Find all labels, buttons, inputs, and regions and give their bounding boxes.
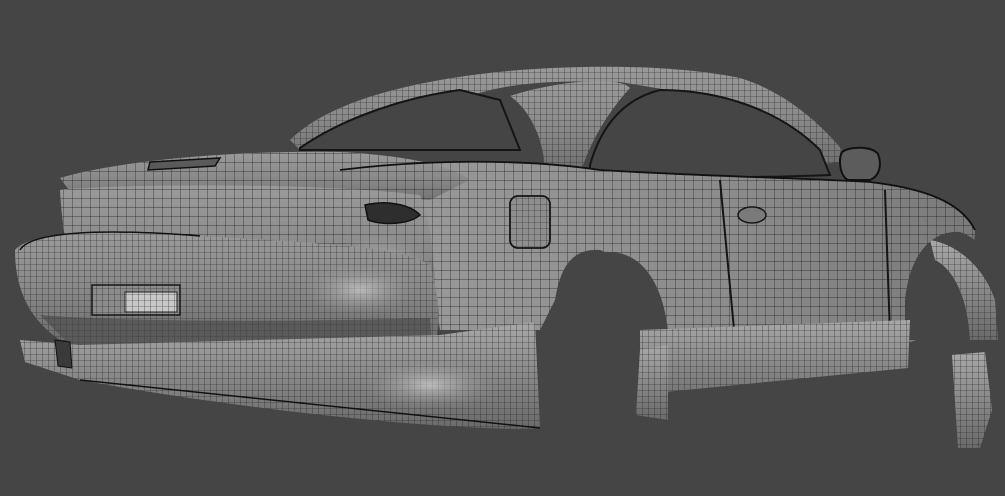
3d-viewport[interactable] <box>0 0 1005 496</box>
car-mesh-render <box>15 66 1003 448</box>
side-skirt <box>640 320 910 410</box>
side-window-opening <box>589 88 832 179</box>
diffuser-fin <box>54 339 73 369</box>
side-mirror <box>839 146 881 181</box>
door-handle <box>737 206 767 224</box>
front-bumper-piece <box>952 352 992 448</box>
